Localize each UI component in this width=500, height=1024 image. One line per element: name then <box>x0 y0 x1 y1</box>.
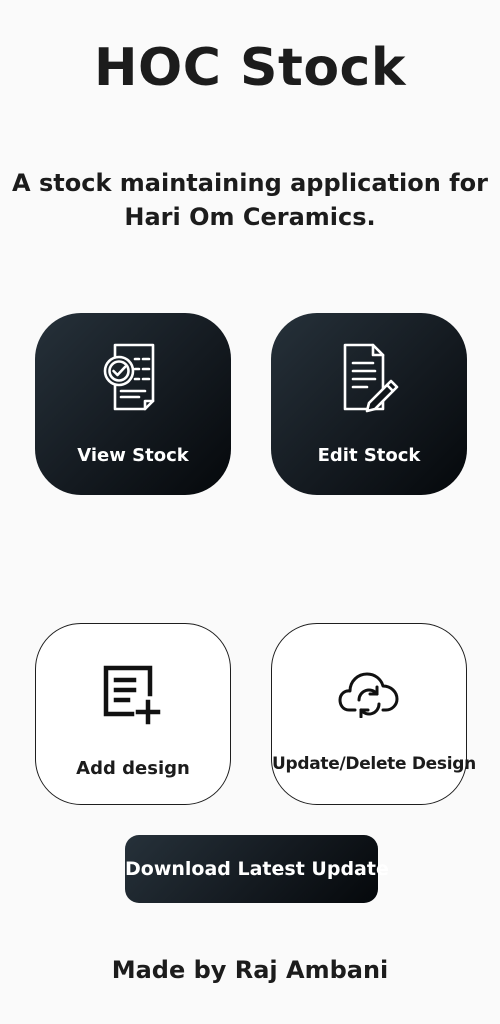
update-delete-design-button[interactable]: Update/Delete Design <box>271 623 476 805</box>
download-latest-update-button[interactable]: Download Latest Update <box>125 835 389 903</box>
stock-check-icon <box>35 341 231 415</box>
edit-stock-label: Edit Stock <box>317 445 421 466</box>
footer-credit: Made by Raj Ambani <box>111 956 389 984</box>
cloud-sync-icon <box>272 666 466 718</box>
add-design-label: Add design <box>76 758 190 779</box>
edit-stock-button[interactable]: Edit Stock <box>271 313 467 495</box>
view-stock-button[interactable]: View Stock <box>35 313 231 495</box>
edit-document-icon <box>271 341 467 415</box>
view-stock-label: View Stock <box>77 445 189 466</box>
app-subtitle: A stock maintaining application for Hari… <box>12 169 488 231</box>
app-title: HOC Stock <box>94 38 406 98</box>
add-post-icon <box>36 664 230 726</box>
add-design-button[interactable]: Add design <box>35 623 231 805</box>
update-delete-design-label: Update/Delete Design <box>272 754 476 774</box>
